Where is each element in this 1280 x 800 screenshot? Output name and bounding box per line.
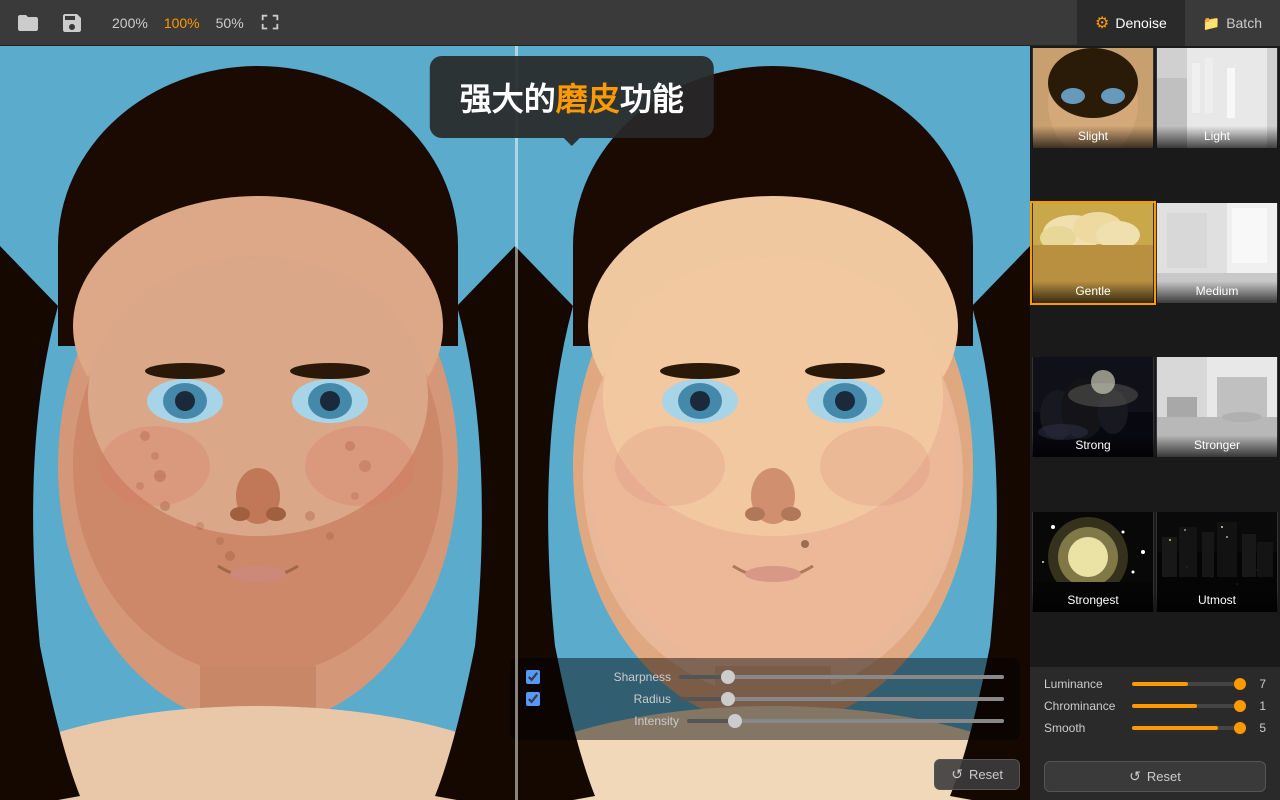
reset-icon: ↺	[951, 766, 963, 783]
folder-icon: 📁	[1203, 15, 1220, 32]
sharpness-checkbox[interactable]	[526, 670, 540, 684]
save-file-button[interactable]	[56, 7, 88, 39]
tab-denoise[interactable]: ⚙ Denoise	[1077, 0, 1185, 46]
panel-sliders: Luminance 7 Chrominance 1	[1030, 666, 1280, 753]
main-area: 强大的磨皮功能 Sharpness Radius	[0, 46, 1280, 800]
overlay-controls: Sharpness Radius Intensity	[510, 658, 1020, 740]
sharpness-slider[interactable]	[679, 675, 1004, 679]
preset-slight[interactable]: Slight	[1032, 48, 1154, 148]
tab-batch-label: Batch	[1226, 15, 1262, 31]
preset-utmost-label: Utmost	[1156, 590, 1278, 612]
panel-reset-button[interactable]: ↺ Reset	[1044, 761, 1266, 792]
panel-reset-icon: ↺	[1129, 768, 1141, 785]
smooth-row: Smooth 5	[1044, 721, 1266, 735]
tooltip-banner: 强大的磨皮功能	[430, 56, 714, 138]
tooltip-suffix: 功能	[620, 81, 684, 117]
canvas-reset-label: Reset	[969, 767, 1003, 782]
zoom-controls: 200% 100% 50%	[108, 9, 284, 37]
before-image	[0, 46, 515, 800]
sharpness-label: Sharpness	[606, 670, 671, 684]
chrominance-slider[interactable]	[1132, 704, 1240, 708]
radius-label: Radius	[606, 692, 671, 706]
preset-strong-label: Strong	[1032, 435, 1154, 457]
preset-stronger[interactable]: Stronger	[1156, 357, 1278, 457]
zoom-200-button[interactable]: 200%	[108, 13, 152, 33]
radius-checkbox[interactable]	[526, 692, 540, 706]
canvas-reset-button[interactable]: ↺ Reset	[934, 759, 1020, 790]
before-after-divider	[515, 46, 518, 800]
preset-gentle[interactable]: Gentle	[1032, 203, 1154, 303]
chrominance-row: Chrominance 1	[1044, 699, 1266, 713]
luminance-label: Luminance	[1044, 677, 1124, 691]
preset-stronger-label: Stronger	[1156, 435, 1278, 457]
tab-batch[interactable]: 📁 Batch	[1185, 0, 1280, 46]
smooth-value: 5	[1248, 721, 1266, 735]
open-file-button[interactable]	[12, 7, 44, 39]
preset-strong[interactable]: Strong	[1032, 357, 1154, 457]
presets-grid: Slight Light	[1030, 46, 1280, 666]
panel-tabs: ⚙ Denoise 📁 Batch	[1077, 0, 1280, 46]
radius-slider[interactable]	[679, 697, 1004, 701]
panel-reset-label: Reset	[1147, 769, 1181, 784]
preset-strongest-label: Strongest	[1032, 590, 1154, 612]
intensity-row: Intensity	[526, 714, 1004, 728]
luminance-slider[interactable]	[1132, 682, 1240, 686]
luminance-row: Luminance 7	[1044, 677, 1266, 691]
preset-slight-label: Slight	[1032, 126, 1154, 148]
chrominance-value: 1	[1248, 699, 1266, 713]
zoom-fit-button[interactable]	[256, 9, 284, 37]
intensity-slider[interactable]	[687, 719, 1004, 723]
preset-medium[interactable]: Medium	[1156, 203, 1278, 303]
right-panel: Slight Light	[1030, 46, 1280, 800]
smooth-slider[interactable]	[1132, 726, 1240, 730]
tooltip-prefix: 强大的	[460, 81, 556, 117]
preset-strongest[interactable]: Strongest	[1032, 512, 1154, 612]
tab-denoise-label: Denoise	[1115, 15, 1166, 31]
preset-gentle-label: Gentle	[1032, 281, 1154, 303]
preset-light-label: Light	[1156, 126, 1278, 148]
zoom-50-button[interactable]: 50%	[212, 13, 248, 33]
smooth-label: Smooth	[1044, 721, 1124, 735]
radius-row: Radius	[526, 692, 1004, 706]
toolbar: 200% 100% 50% ⚙ Denoise 📁 Batch	[0, 0, 1280, 46]
sharpness-row: Sharpness	[526, 670, 1004, 684]
luminance-value: 7	[1248, 677, 1266, 691]
gear-icon: ⚙	[1095, 13, 1109, 33]
tooltip-highlight: 磨皮	[556, 81, 620, 117]
preset-light[interactable]: Light	[1156, 48, 1278, 148]
intensity-label: Intensity	[614, 714, 679, 728]
preset-medium-label: Medium	[1156, 281, 1278, 303]
canvas-area[interactable]: 强大的磨皮功能 Sharpness Radius	[0, 46, 1030, 800]
preset-utmost[interactable]: Utmost	[1156, 512, 1278, 612]
chrominance-label: Chrominance	[1044, 699, 1124, 713]
zoom-100-button[interactable]: 100%	[160, 13, 204, 33]
